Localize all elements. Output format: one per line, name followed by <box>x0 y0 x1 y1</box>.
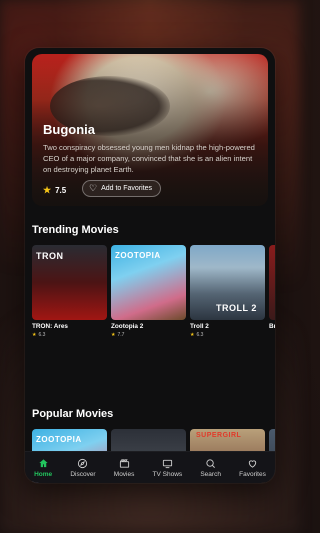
movie-card[interactable]: TRON TRON: Ares ★ 6.3 <box>32 245 107 338</box>
movie-poster <box>269 245 275 320</box>
star-icon: ★ <box>43 185 52 195</box>
poster-title-text: ZOOTOPIA <box>115 251 161 260</box>
compass-icon <box>77 457 89 469</box>
star-icon: ★ <box>190 332 195 338</box>
hero-rating: ★ 7.5 <box>43 185 66 196</box>
app-screen: Bugonia Two conspiracy obsessed young me… <box>25 48 275 483</box>
movie-title: Zootopia 2 <box>111 323 144 330</box>
movie-rating: ★ 6.3 <box>190 332 265 338</box>
star-icon: ★ <box>32 332 37 338</box>
heart-icon <box>246 457 258 469</box>
poster-title-text: ZOOTOPIA <box>36 435 82 444</box>
nav-label: TV Shows <box>152 471 183 478</box>
add-to-favorites-button[interactable]: ♡ Add to Favorites <box>82 180 162 197</box>
movie-title: TRON: Ares <box>32 323 68 330</box>
hero-rating-value: 7.5 <box>55 186 67 195</box>
nav-item-tv-shows[interactable]: TV Shows <box>152 457 183 478</box>
movie-card[interactable]: TROLL 2 Troll 2 ★ 6.3 <box>190 245 265 338</box>
clapperboard-icon <box>118 457 130 469</box>
nav-item-movies[interactable]: Movies <box>113 457 135 478</box>
movie-rating-value: 7.7 <box>117 332 125 338</box>
nav-item-home[interactable]: Home <box>34 457 52 478</box>
movie-poster: TRON <box>32 245 107 320</box>
hero-description: Two conspiracy obsessed young men kidnap… <box>43 143 255 174</box>
poster-title-text: TROLL 2 <box>216 303 257 313</box>
movie-poster: ZOOTOPIA <box>111 245 186 320</box>
tv-icon <box>161 457 173 469</box>
popular-section-title: Popular Movies <box>32 408 114 420</box>
nav-item-favorites[interactable]: Favorites <box>239 457 266 478</box>
nav-label: Discover <box>70 471 96 478</box>
movie-rating-value: 6.3 <box>196 332 204 338</box>
nav-label: Favorites <box>239 471 266 478</box>
movie-rating: ★ 6.3 <box>32 332 107 338</box>
movie-card-partial[interactable]: Br <box>269 245 275 338</box>
trending-section-title: Trending Movies <box>32 224 119 236</box>
home-icon <box>37 457 49 469</box>
poster-title-text: SUPERGIRL <box>196 432 242 439</box>
hero-title: Bugonia <box>43 122 95 137</box>
movie-card[interactable]: ZOOTOPIA Zootopia 2 ★ 7.7 <box>111 245 186 338</box>
movie-title: Troll 2 <box>190 323 209 330</box>
trending-movies-row[interactable]: TRON TRON: Ares ★ 6.3 ZOOTOPIA Zootopia … <box>32 245 275 338</box>
bottom-navigation: Home Discover Movies TV Shows Search Fav… <box>25 451 275 483</box>
nav-label: Search <box>200 471 221 478</box>
search-icon <box>205 457 217 469</box>
hero-banner[interactable]: Bugonia Two conspiracy obsessed young me… <box>32 54 268 206</box>
movie-rating-value: 6.3 <box>38 332 46 338</box>
star-icon: ★ <box>111 332 116 338</box>
heart-outline-icon: ♡ <box>89 183 98 193</box>
add-to-favorites-label: Add to Favorites <box>101 185 153 192</box>
nav-item-search[interactable]: Search <box>200 457 221 478</box>
nav-item-discover[interactable]: Discover <box>70 457 96 478</box>
nav-label: Movies <box>113 471 135 478</box>
poster-title-text: TRON <box>36 251 64 261</box>
movie-poster: TROLL 2 <box>190 245 265 320</box>
movie-title: Br <box>269 323 275 330</box>
nav-label: Home <box>34 471 53 478</box>
movie-rating: ★ 7.7 <box>111 332 186 338</box>
